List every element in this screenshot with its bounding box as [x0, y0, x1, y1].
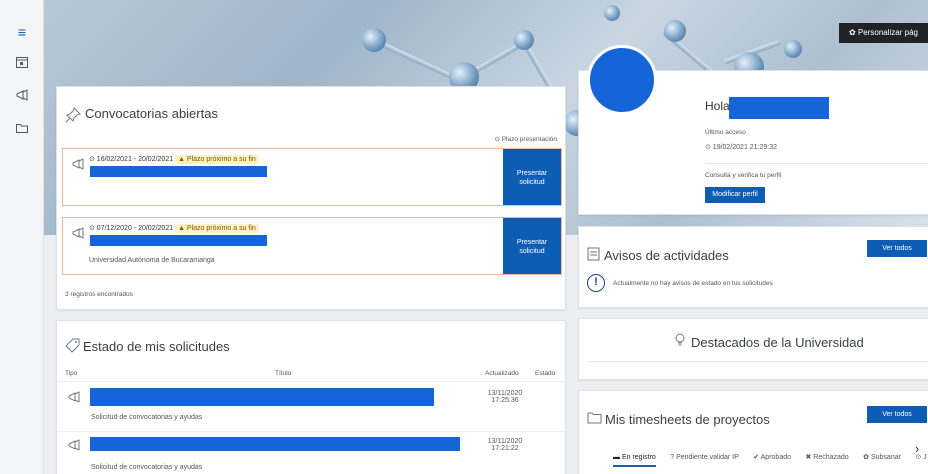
tab-rejected[interactable]: ✖ Rechazado [805, 453, 848, 461]
row-subtitle: Solicitud de convocatorias y ayudas [91, 414, 203, 421]
tab-amend[interactable]: ✿ Subsanar [863, 453, 901, 461]
featured-title: Destacados de la Universidad [691, 335, 864, 350]
open-calls-card: Convocatorias abiertas ⊙ Plazo presentac… [56, 86, 566, 310]
view-all-timesheets-button[interactable]: Ver todos [867, 406, 927, 423]
records-count: 3 registros encontrados [65, 291, 133, 298]
row-time: 17:25:36 [491, 397, 519, 404]
timesheets-title: Mis timesheets de proyectos [605, 412, 770, 427]
last-access-label: Último acceso [705, 129, 746, 136]
sidebar: ≡ [0, 0, 44, 474]
table-row[interactable]: Solicitud de convocatorias y ayudas 13/1… [57, 381, 565, 429]
folder-icon [587, 411, 602, 429]
megaphone-icon [67, 390, 81, 409]
activity-notices-card: Avisos de actividades Ver todos ! Actual… [578, 226, 928, 308]
row-date: 13/11/2020 [487, 390, 523, 397]
application-status-card: Estado de mis solicitudes Tipo Título Ac… [56, 320, 566, 474]
row-subtitle: Solicitud de convocatorias y ayudas [91, 464, 203, 471]
info-icon: ! [587, 274, 605, 292]
divider [705, 163, 928, 164]
deadline-warning-badge: ▲ Plazo próximo a su fin [175, 155, 259, 164]
call-item[interactable]: ⊙ 16/02/2021 - 20/02/2021 ▲ Plazo próxim… [62, 148, 562, 206]
redacted-title [90, 437, 460, 451]
edit-profile-button[interactable]: Modificar perfil [705, 187, 765, 203]
megaphone-icon [67, 438, 81, 457]
tab-en-registro[interactable]: ▬ En registro [613, 454, 656, 467]
redacted-title [90, 235, 267, 246]
timesheets-card: Mis timesheets de proyectos Ver todos ▬ … [578, 390, 928, 474]
deadline-warning-badge: ▲ Plazo próximo a su fin [175, 224, 259, 233]
document-icon [587, 247, 600, 266]
tag-icon [65, 338, 80, 358]
submit-application-button[interactable]: Presentar solicitud [503, 149, 561, 205]
menu-icon[interactable]: ≡ [14, 24, 30, 40]
open-calls-title: Convocatorias abiertas [85, 106, 218, 121]
redacted-title [90, 166, 267, 177]
featured-card: Destacados de la Universidad [578, 318, 928, 380]
calendar-icon[interactable] [14, 55, 30, 71]
lightbulb-icon [673, 332, 687, 353]
greeting: Hola [705, 99, 730, 113]
divider [587, 361, 928, 362]
megaphone-icon [71, 157, 85, 176]
timesheet-tabs: ▬ En registro ? Pendiente validar IP ✔ A… [613, 446, 928, 467]
megaphone-icon [71, 226, 85, 245]
call-item[interactable]: ⊙ 07/12/2020 - 20/02/2021 ▲ Plazo próxim… [62, 217, 562, 275]
call-institution: Universidad Autónoma de Bucaramanga [89, 257, 215, 264]
notices-message: Actualmente no hay avisos de estado en t… [613, 280, 773, 287]
column-header-title: Título [275, 370, 292, 377]
view-all-notices-button[interactable]: Ver todos [867, 240, 927, 257]
profile-card: Hola Último acceso ⊙ 19/02/2021 21:29:32… [578, 45, 928, 215]
table-row[interactable]: Solicitud de convocatorias y ayudas 13/1… [57, 431, 565, 474]
call-dates: ⊙ 16/02/2021 - 20/02/2021 [89, 156, 174, 163]
submit-application-button[interactable]: Presentar solicitud [503, 218, 561, 274]
redacted-title [90, 388, 434, 406]
pushpin-icon [65, 107, 81, 127]
row-date: 13/11/2020 [487, 438, 523, 445]
column-header-updated: Actualizado [485, 370, 519, 377]
column-header-status: Estado [535, 370, 556, 377]
deadline-header: ⊙ Plazo presentación [494, 136, 557, 143]
redacted-username [729, 97, 829, 119]
application-status-title: Estado de mis solicitudes [83, 339, 230, 354]
last-access-value: ⊙ 19/02/2021 21:29:32 [705, 144, 778, 151]
chevron-right-icon[interactable]: › [915, 441, 919, 456]
activity-notices-title: Avisos de actividades [604, 248, 729, 263]
tab-pending-validation[interactable]: ? Pendiente validar IP [670, 454, 739, 461]
tab-approved[interactable]: ✔ Aprobado [753, 453, 791, 461]
folder-icon[interactable] [14, 121, 30, 137]
column-header-type: Tipo [65, 370, 78, 377]
megaphone-icon[interactable] [14, 88, 30, 104]
avatar [587, 45, 657, 115]
verify-profile-text: Consulta y verifica tu perfil [705, 172, 782, 179]
personalize-page-button[interactable]: ✿ Personalizar pág [839, 23, 928, 43]
row-time: 17:21:22 [491, 445, 519, 452]
call-dates: ⊙ 07/12/2020 - 20/02/2021 [89, 225, 174, 232]
